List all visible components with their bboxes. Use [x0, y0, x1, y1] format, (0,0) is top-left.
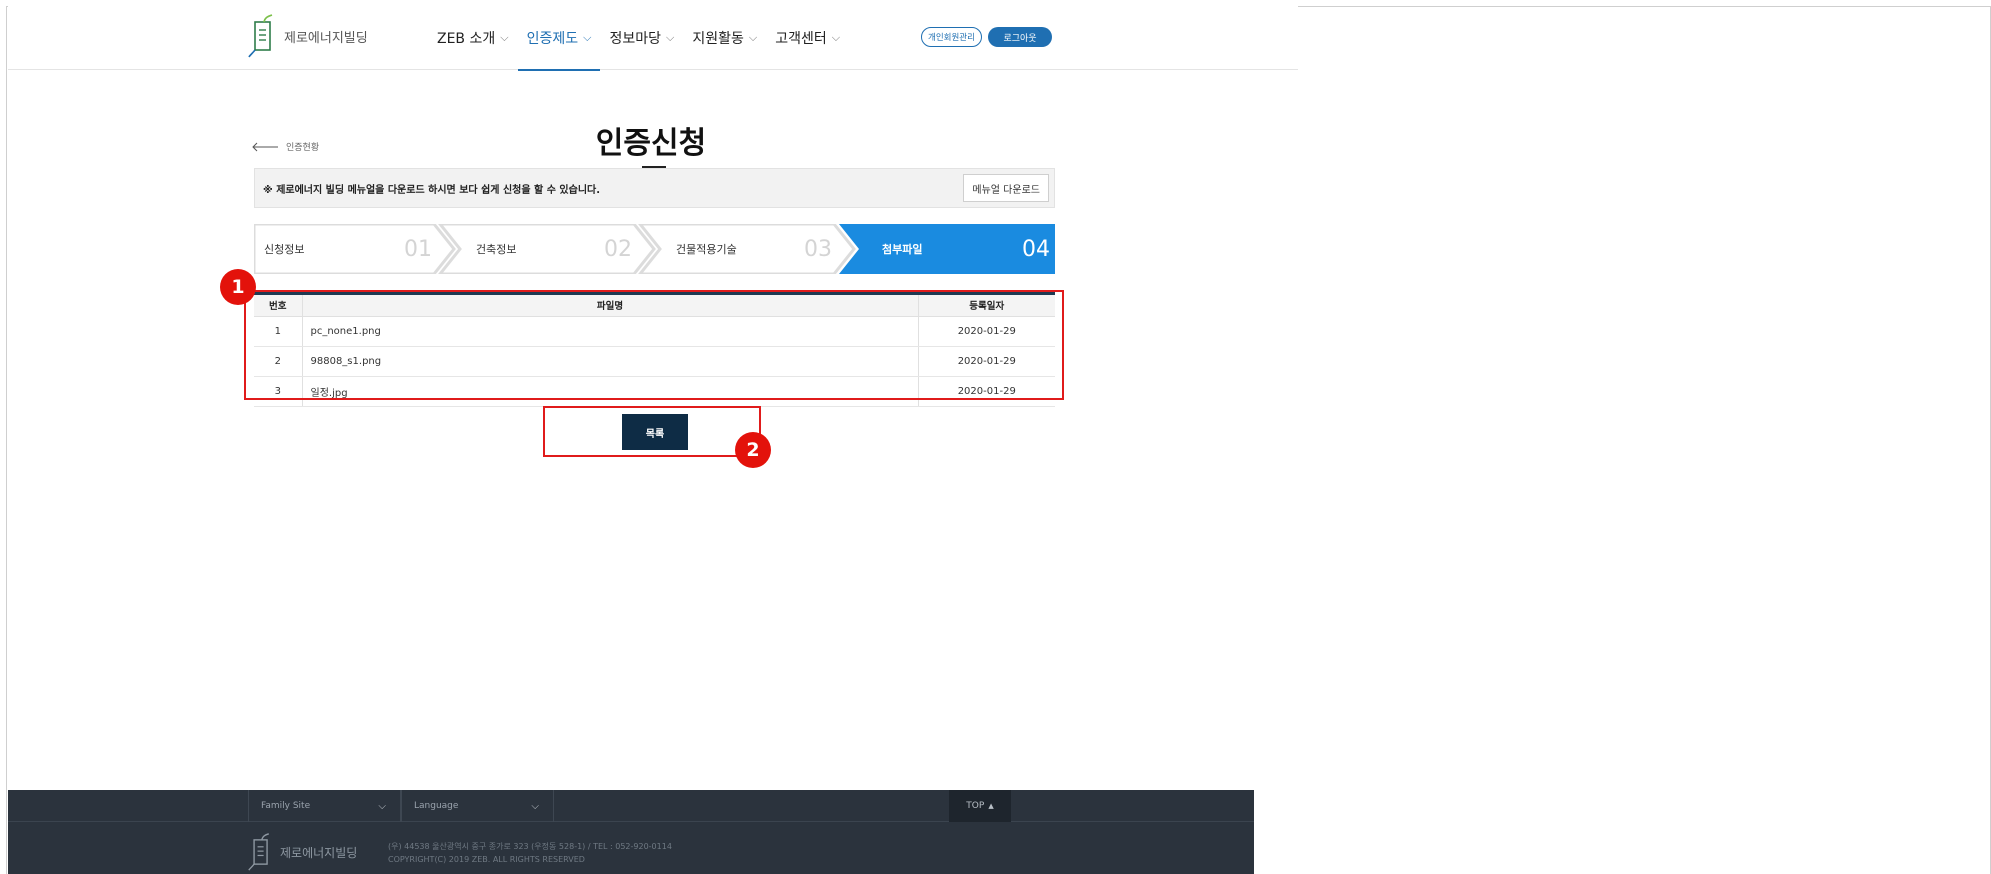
nav-label: 고객센터 — [775, 31, 827, 47]
nav-item-zeb-intro[interactable]: ZEB 소개 ⌵ — [428, 6, 518, 70]
logo-icon — [248, 14, 273, 58]
language-select[interactable]: Language ⌵ — [401, 790, 554, 822]
top-label: TOP — [966, 801, 985, 811]
step-2-label: 건축정보 — [476, 243, 517, 256]
caret-up-icon: ▲ — [988, 802, 994, 810]
chevron-down-icon: ⌵ — [831, 31, 841, 44]
page-title-text: 인증신청 — [595, 126, 707, 161]
chevron-down-icon: ⌵ — [748, 31, 758, 44]
nav-item-info[interactable]: 정보마당 ⌵ — [600, 6, 683, 70]
annotation-badge-1: 1 — [220, 269, 256, 305]
site-header: 제로에너지빌딩 ZEB 소개 ⌵ 인증제도 ⌵ 정보마당 ⌵ 지원활동 ⌵ 고객센터 ⌵ … — [8, 6, 1298, 71]
footer-logo: 제로에너지빌딩 — [248, 832, 357, 872]
family-site-label: Family Site — [261, 801, 311, 811]
step-1-label: 신청정보 — [264, 243, 305, 256]
annotation-box-1 — [244, 290, 1064, 400]
step-3-label: 건물적용기술 — [676, 243, 737, 256]
language-label: Language — [414, 801, 459, 811]
main-nav: ZEB 소개 ⌵ 인증제도 ⌵ 정보마당 ⌵ 지원활동 ⌵ 고객센터 ⌵ — [428, 6, 849, 71]
nav-item-certification[interactable]: 인증제도 ⌵ — [517, 6, 601, 71]
step-4-number: 04 — [1022, 236, 1050, 262]
scroll-top-button[interactable]: TOP ▲ — [949, 790, 1011, 822]
site-logo[interactable]: 제로에너지빌딩 — [248, 14, 368, 58]
nav-item-customer-center[interactable]: 고객센터 ⌵ — [766, 6, 849, 70]
nav-item-support[interactable]: 지원활동 ⌵ — [683, 6, 766, 70]
step-arrows — [254, 224, 1055, 274]
step-2-number: 02 — [604, 236, 632, 262]
site: 제로에너지빌딩 ZEB 소개 ⌵ 인증제도 ⌵ 정보마당 ⌵ 지원활동 ⌵ 고객센터 ⌵ … — [8, 6, 1298, 874]
footer-bar: Family Site ⌵ Language ⌵ TOP ▲ — [8, 790, 1254, 822]
nav-label: 지원활동 — [692, 31, 744, 47]
chevron-down-icon: ⌵ — [666, 31, 675, 44]
chevron-down-icon: ⌵ — [378, 800, 386, 812]
footer-address: (우) 44538 울산광역시 중구 종가로 323 (우정동 528-1) /… — [388, 842, 672, 851]
logo-text: 제로에너지빌딩 — [284, 30, 368, 46]
nav-label: 정보마당 — [609, 31, 662, 47]
member-manage-button[interactable]: 개인회원관리 — [921, 27, 982, 47]
logout-button[interactable]: 로그아웃 — [988, 27, 1052, 47]
chevron-down-icon: ⌵ — [531, 800, 539, 812]
nav-label: 인증제도 — [526, 31, 579, 47]
step-4-label: 첨부파일 — [882, 243, 923, 256]
site-footer: Family Site ⌵ Language ⌵ TOP ▲ 제로에너지빌딩 (… — [8, 790, 1254, 874]
footer-logo-text: 제로에너지빌딩 — [280, 845, 358, 860]
chevron-down-icon: ⌵ — [583, 31, 592, 44]
notice-bar: ※ 제로에너지 빌딩 메뉴얼을 다운로드 하시면 보다 쉽게 신청을 할 수 있… — [254, 168, 1055, 208]
family-site-select[interactable]: Family Site ⌵ — [248, 790, 401, 822]
nav-label: ZEB 소개 — [437, 31, 496, 47]
annotation-box-2 — [543, 406, 761, 457]
step-3-number: 03 — [804, 236, 832, 262]
notice-text: ※ 제로에너지 빌딩 메뉴얼을 다운로드 하시면 보다 쉽게 신청을 할 수 있… — [263, 184, 601, 196]
logo-icon — [248, 833, 270, 871]
step-1-number: 01 — [404, 236, 432, 262]
chevron-down-icon: ⌵ — [500, 31, 509, 44]
annotation-badge-2: 2 — [735, 432, 771, 468]
footer-copyright: COPYRIGHT(C) 2019 ZEB. ALL RIGHTS RESERV… — [388, 855, 585, 864]
step-indicator: 신청정보 01 건축정보 02 건물적용기술 03 첨부파일 04 — [254, 224, 1055, 274]
page-title: 인증신청 — [8, 118, 1298, 162]
manual-download-button[interactable]: 메뉴얼 다운로드 — [963, 174, 1049, 202]
footer-info: (우) 44538 울산광역시 중구 종가로 323 (우정동 528-1) /… — [388, 840, 672, 866]
